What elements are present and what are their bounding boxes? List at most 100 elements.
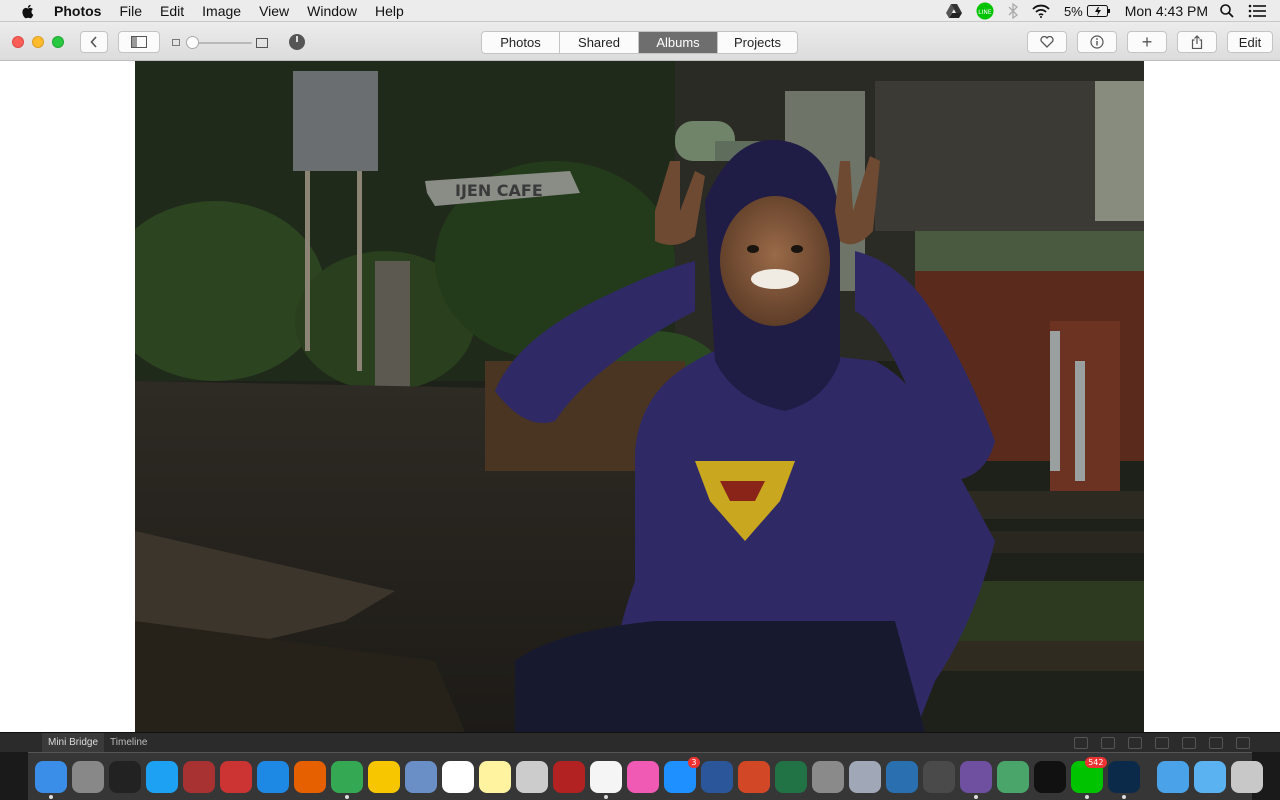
running-indicator: [48, 794, 53, 799]
tab-timeline[interactable]: Timeline: [104, 733, 153, 753]
notes-icon[interactable]: [478, 760, 511, 793]
system-preferences-icon[interactable]: [811, 760, 844, 793]
zoom-slider-knob[interactable]: [186, 36, 199, 49]
back-button[interactable]: [80, 31, 108, 53]
tab-albums[interactable]: Albums: [639, 32, 718, 53]
info-button[interactable]: [1077, 31, 1117, 53]
calendar-icon[interactable]: [441, 760, 474, 793]
link-icon[interactable]: [1074, 737, 1088, 749]
launchpad-icon[interactable]: [71, 760, 104, 793]
bluetooth-icon[interactable]: [1008, 3, 1018, 19]
photoshop-icon[interactable]: [1107, 760, 1140, 799]
tab-projects[interactable]: Projects: [718, 32, 797, 53]
sublime-text-icon[interactable]: [922, 760, 955, 793]
edit-button[interactable]: Edit: [1227, 31, 1273, 53]
running-indicator: [603, 794, 608, 799]
atom-icon[interactable]: [996, 760, 1029, 793]
notification-center-icon[interactable]: [1248, 4, 1266, 18]
trash-icon[interactable]: [1230, 760, 1263, 793]
tab-shared[interactable]: Shared: [560, 32, 639, 53]
itunes-icon[interactable]: [626, 760, 659, 793]
battery-status[interactable]: 5%: [1064, 4, 1111, 19]
google-drive-icon[interactable]: [945, 4, 962, 18]
menu-view[interactable]: View: [259, 3, 289, 19]
safari-icon[interactable]: [256, 760, 289, 793]
favorite-button[interactable]: [1027, 31, 1067, 53]
finder-icon[interactable]: [34, 760, 67, 799]
add-button[interactable]: +: [1127, 31, 1167, 53]
preview-icon[interactable]: [404, 760, 437, 793]
small-thumbnail-icon: [172, 39, 180, 46]
menu-image[interactable]: Image: [202, 3, 241, 19]
dock: 3 542: [28, 752, 1263, 800]
sidebar-toggle-button[interactable]: [118, 31, 160, 53]
share-icon: [1191, 35, 1203, 49]
photos-icon[interactable]: [589, 760, 622, 799]
word-icon[interactable]: [700, 760, 733, 793]
folder-icon[interactable]: [1182, 737, 1196, 749]
photo-image[interactable]: IJEN CAFE: [135, 61, 1144, 732]
tips-icon[interactable]: [367, 760, 400, 793]
github-icon[interactable]: [959, 760, 992, 799]
heart-icon: [1040, 36, 1054, 48]
photo-viewer: IJEN CAFE: [0, 61, 1280, 732]
twitter-icon[interactable]: [145, 760, 178, 793]
tab-photos[interactable]: Photos: [482, 32, 560, 53]
dashboard-icon[interactable]: [108, 760, 141, 793]
info-icon: [1090, 35, 1104, 49]
dock-badge: 3: [688, 756, 700, 768]
menu-bar: Photos File Edit Image View Window Help …: [0, 0, 1280, 22]
view-tabs: Photos Shared Albums Projects: [481, 31, 798, 54]
running-indicator: [1084, 794, 1089, 799]
menu-edit[interactable]: Edit: [160, 3, 184, 19]
menubar-clock[interactable]: Mon 4:43 PM: [1125, 3, 1208, 19]
mini-bridge-panel: Mini Bridge Timeline: [0, 732, 1280, 753]
plus-icon: +: [1141, 31, 1153, 52]
powerpoint-icon[interactable]: [737, 760, 770, 793]
tab-mini-bridge[interactable]: Mini Bridge: [42, 732, 105, 753]
running-indicator: [1121, 794, 1126, 799]
menu-help[interactable]: Help: [375, 3, 404, 19]
photo-booth-icon[interactable]: [552, 760, 585, 793]
app-store-icon[interactable]: 3: [663, 756, 700, 793]
close-window-button[interactable]: [12, 36, 24, 48]
running-indicator: [973, 794, 978, 799]
trash-icon[interactable]: [1236, 737, 1250, 749]
zoom-slider-track: [190, 42, 252, 44]
minimize-window-button[interactable]: [32, 36, 44, 48]
running-indicator: [344, 794, 349, 799]
fx-icon[interactable]: [1101, 737, 1115, 749]
apple-icon[interactable]: [20, 3, 36, 19]
adjustment-icon[interactable]: [1155, 737, 1169, 749]
wifi-icon[interactable]: [1032, 4, 1050, 18]
line-status-icon[interactable]: LINE: [976, 2, 994, 20]
menu-file[interactable]: File: [119, 3, 142, 19]
new-layer-icon[interactable]: [1209, 737, 1223, 749]
rotate-dial-icon[interactable]: [289, 34, 305, 50]
chrome-icon[interactable]: [330, 760, 363, 799]
line-icon[interactable]: 542: [1070, 756, 1107, 799]
zoom-slider[interactable]: [172, 36, 272, 50]
scrobbler-icon[interactable]: [219, 760, 252, 793]
firefox-icon[interactable]: [293, 760, 326, 793]
battery-percent: 5%: [1063, 3, 1083, 19]
downloads-folder-icon[interactable]: [1193, 760, 1226, 793]
svg-text:LINE: LINE: [978, 9, 992, 16]
settings-gear-icon[interactable]: [848, 760, 881, 793]
chevron-left-icon: [90, 36, 97, 48]
spotlight-search-icon[interactable]: [1220, 4, 1234, 18]
excel-icon[interactable]: [774, 760, 807, 793]
camera-icon[interactable]: [1128, 737, 1142, 749]
evernote-elephant-icon[interactable]: [885, 760, 918, 793]
image-capture-icon[interactable]: [515, 760, 548, 793]
fullscreen-window-button[interactable]: [52, 36, 64, 48]
folder-icon[interactable]: [1156, 760, 1189, 793]
mini-bridge-tools: [1061, 737, 1250, 749]
share-button[interactable]: [1177, 31, 1217, 53]
menu-app-name[interactable]: Photos: [54, 3, 101, 19]
fire-extinguisher-icon[interactable]: [182, 760, 215, 793]
battery-charging-icon: [1086, 5, 1110, 17]
terminal-icon[interactable]: [1033, 760, 1066, 793]
menu-window[interactable]: Window: [307, 3, 357, 19]
photos-window: Photos Shared Albums Projects + Edit IJE…: [0, 22, 1280, 732]
